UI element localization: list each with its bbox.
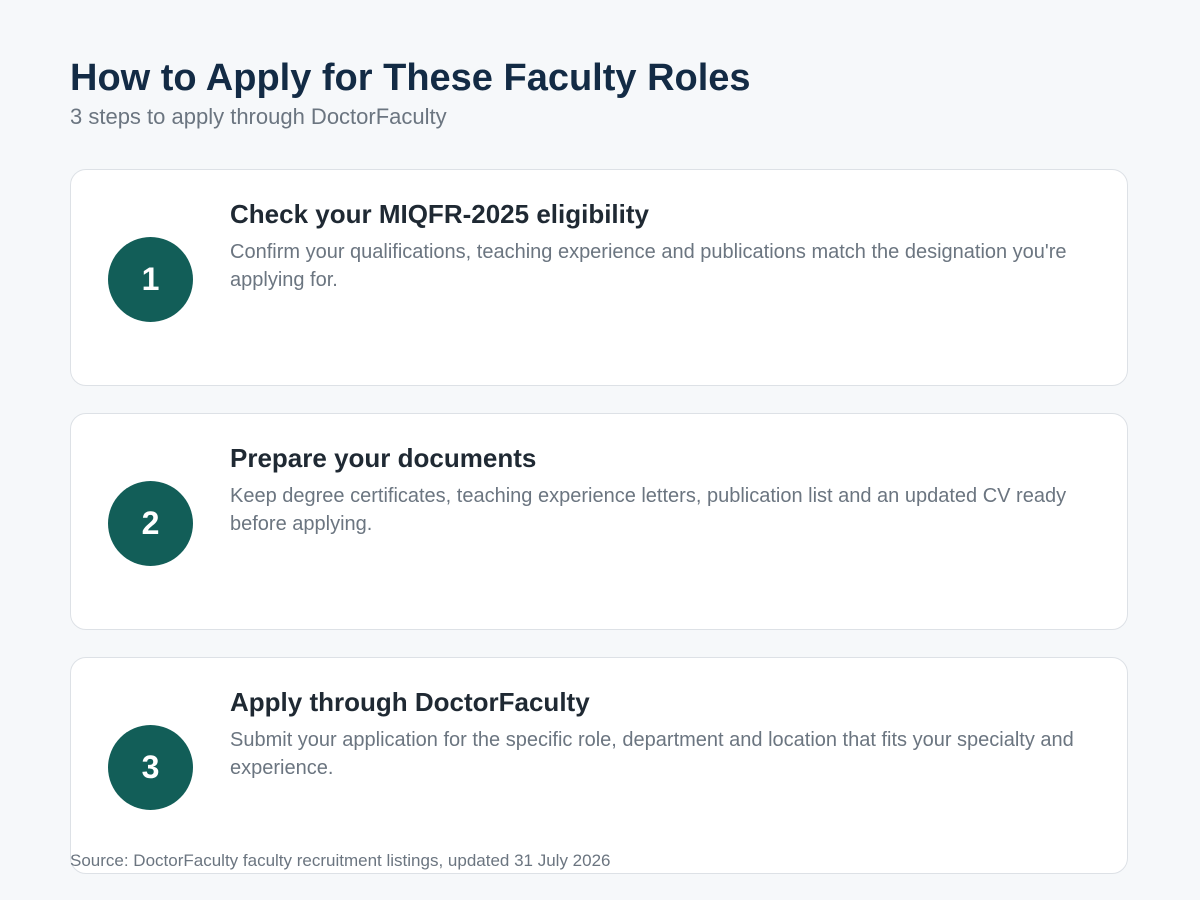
step-card-3: 3 Apply through DoctorFaculty Submit you… xyxy=(70,657,1128,874)
step-title: Check your MIQFR-2025 eligibility xyxy=(230,199,649,229)
step-card-2: 2 Prepare your documents Keep degree cer… xyxy=(70,413,1128,630)
step-title: Prepare your documents xyxy=(230,443,537,473)
step-title: Apply through DoctorFaculty xyxy=(230,687,590,717)
source-note: Source: DoctorFaculty faculty recruitmen… xyxy=(70,851,611,870)
step-card-1: 1 Check your MIQFR-2025 eligibility Conf… xyxy=(70,169,1128,386)
step-number-badge: 3 xyxy=(108,725,193,810)
step-description: Keep degree certificates, teaching exper… xyxy=(230,485,1067,535)
page-title: How to Apply for These Faculty Roles xyxy=(70,57,751,99)
step-description: Submit your application for the specific… xyxy=(230,729,1074,779)
page-subtitle: 3 steps to apply through DoctorFaculty xyxy=(70,104,447,129)
step-number-badge: 2 xyxy=(108,481,193,566)
step-description: Confirm your qualifications, teaching ex… xyxy=(230,241,1067,291)
step-number-badge: 1 xyxy=(108,237,193,322)
